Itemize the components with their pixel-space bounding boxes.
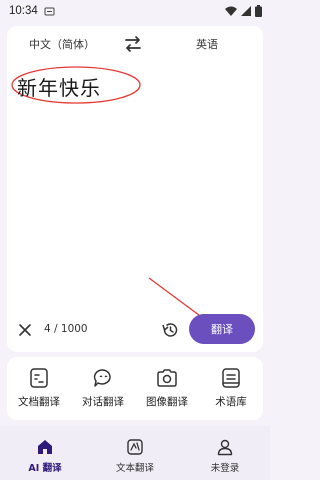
status-bar: 10:34 [0, 0, 270, 22]
nav-account[interactable]: 未登录 [180, 426, 270, 480]
character-count: 4 / 1000 [44, 323, 88, 335]
text-translate-icon [127, 439, 143, 455]
glossary-icon [222, 368, 240, 388]
clear-icon[interactable] [17, 322, 33, 338]
signal-icon [241, 6, 251, 16]
document-icon [30, 368, 48, 388]
wifi-icon [225, 6, 237, 16]
language-bar: 中文（简体） 英语 [7, 26, 263, 62]
history-icon[interactable] [161, 321, 179, 339]
battery-icon [255, 5, 262, 17]
tool-glossary[interactable]: 术语库 [199, 357, 263, 420]
bottom-navigation: AI 翻译 文本翻译 未登录 [0, 426, 270, 480]
nav-label: 文本翻译 [115, 463, 154, 474]
tool-conversation-translate[interactable]: 对话翻译 [71, 357, 135, 420]
tool-document-translate[interactable]: 文档翻译 [7, 357, 71, 420]
nav-text-translate[interactable]: 文本翻译 [90, 426, 180, 480]
tool-label: 对话翻译 [82, 396, 124, 408]
tool-label: 术语库 [215, 396, 247, 408]
tool-label: 图像翻译 [146, 396, 188, 408]
swap-languages-icon[interactable] [123, 35, 143, 53]
nav-label: 未登录 [210, 463, 240, 474]
tool-label: 文档翻译 [18, 396, 60, 408]
camera-icon [157, 369, 177, 387]
nav-label: AI 翻译 [28, 463, 62, 474]
notification-icon [44, 7, 55, 15]
target-language-selector[interactable]: 英语 [196, 36, 218, 52]
nav-ai-translate[interactable]: AI 翻译 [0, 426, 90, 480]
chat-icon [93, 369, 111, 387]
home-icon [38, 440, 52, 454]
translation-card: 中文（简体） 英语 新年快乐 4 / 1000 翻译 [7, 26, 263, 352]
input-footer: 4 / 1000 翻译 [7, 314, 263, 344]
source-language-selector[interactable]: 中文（简体） [29, 36, 95, 52]
user-icon [217, 439, 233, 456]
translate-button[interactable]: 翻译 [189, 314, 255, 344]
source-text-input[interactable]: 新年快乐 [17, 72, 101, 101]
status-time: 10:34 [9, 5, 38, 17]
tool-image-translate[interactable]: 图像翻译 [135, 357, 199, 420]
tools-panel: 文档翻译 对话翻译 图像翻译 术语库 [7, 357, 263, 420]
